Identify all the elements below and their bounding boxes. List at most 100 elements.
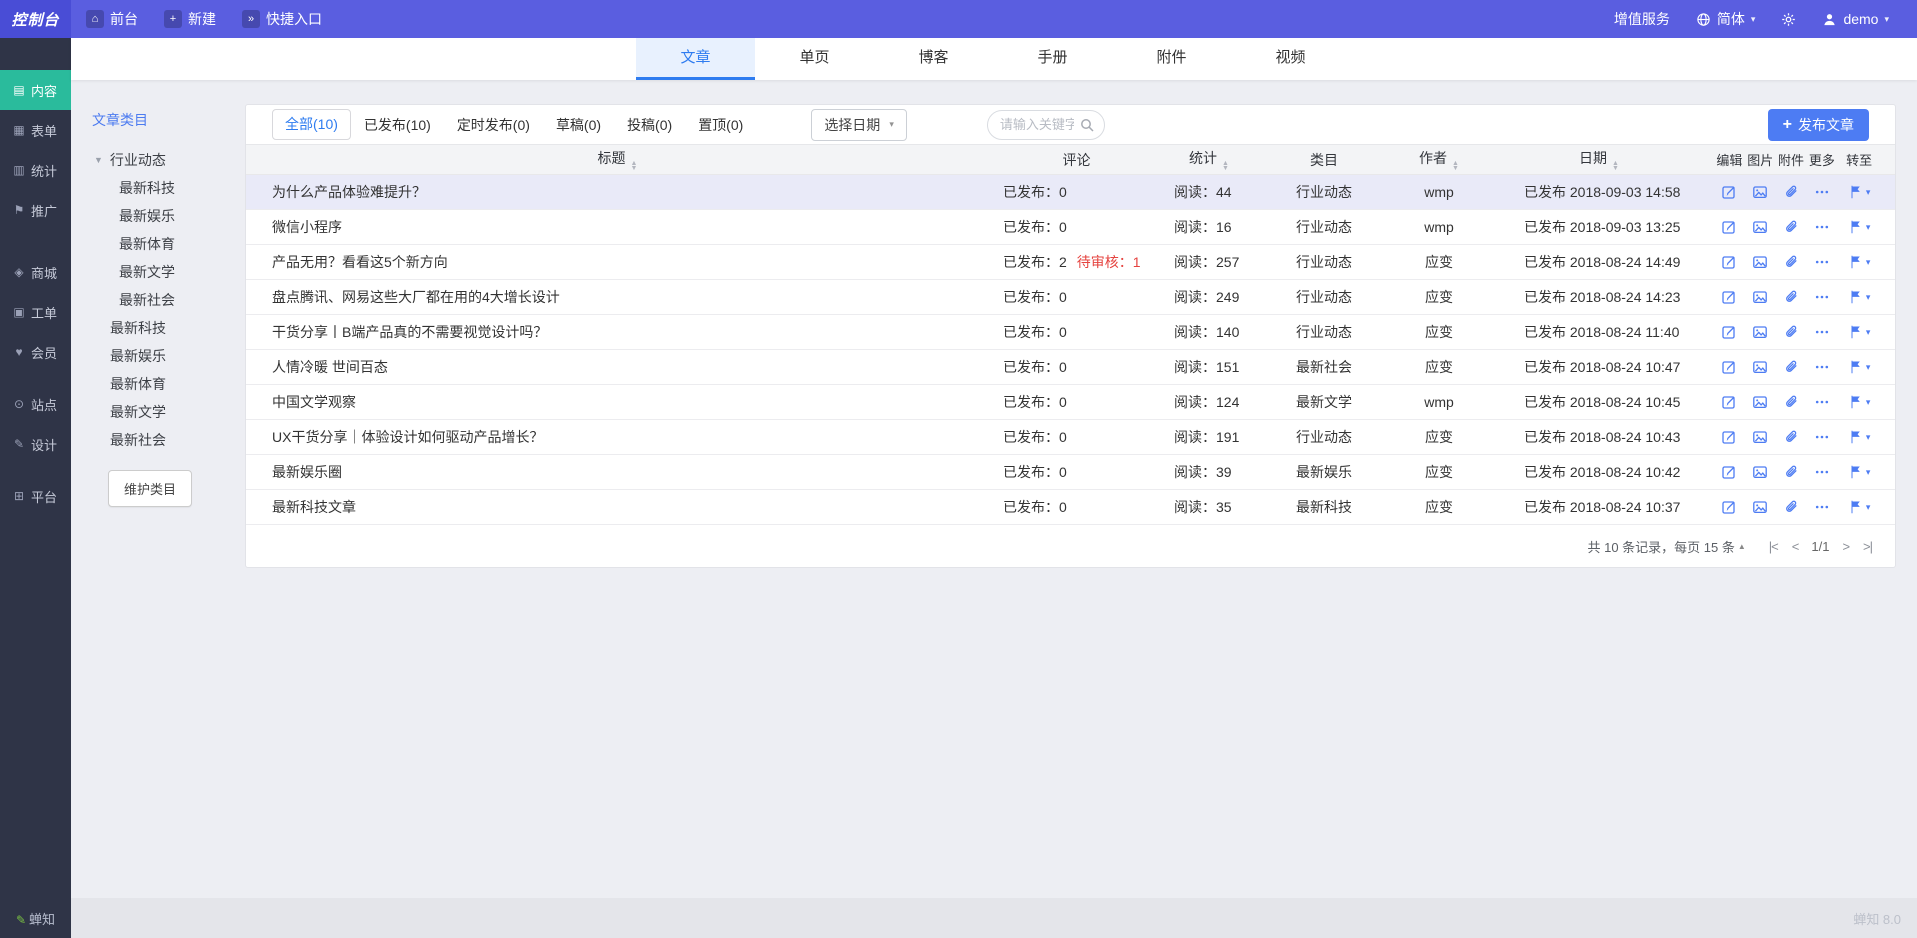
sidebar-item-design[interactable]: ✎设计: [0, 424, 71, 464]
article-title-link[interactable]: 最新科技文章: [246, 497, 989, 517]
more-icon[interactable]: [1806, 464, 1837, 480]
more-icon[interactable]: [1806, 499, 1837, 515]
sidebar-item-site[interactable]: ⊙站点: [0, 384, 71, 424]
article-title-link[interactable]: 最新娱乐圈: [246, 462, 989, 482]
image-icon[interactable]: [1745, 289, 1776, 305]
filter-tab-draft[interactable]: 草稿(0): [543, 106, 614, 144]
image-icon[interactable]: [1745, 394, 1776, 410]
goto-icon[interactable]: ▾: [1837, 499, 1881, 515]
more-icon[interactable]: [1806, 359, 1837, 375]
tree-node[interactable]: 最新科技: [119, 174, 257, 202]
goto-icon[interactable]: ▾: [1837, 464, 1881, 480]
goto-icon[interactable]: ▾: [1837, 394, 1881, 410]
edit-icon[interactable]: [1714, 254, 1745, 270]
attach-icon[interactable]: [1776, 464, 1807, 480]
first-page-button[interactable]: |<: [1762, 539, 1785, 554]
tree-node[interactable]: 最新体育: [110, 370, 257, 398]
attach-icon[interactable]: [1776, 289, 1807, 305]
sidebar-item-member[interactable]: ♥会员: [0, 332, 71, 372]
sidebar-item-content[interactable]: ▤内容: [0, 70, 71, 110]
tree-node[interactable]: 最新社会: [119, 286, 257, 314]
sidebar-item-shop[interactable]: ◈商城: [0, 252, 71, 292]
goto-icon[interactable]: ▾: [1837, 219, 1881, 235]
topmenu-item-shortcut[interactable]: »快捷入口: [229, 0, 335, 38]
attach-icon[interactable]: [1776, 184, 1807, 200]
article-title-link[interactable]: UX干货分享｜体验设计如何驱动产品增长？: [246, 427, 989, 447]
publish-article-button[interactable]: + 发布文章: [1768, 109, 1869, 141]
page-size-caret-icon[interactable]: ▲: [1738, 542, 1746, 551]
edit-icon[interactable]: [1714, 359, 1745, 375]
attach-icon[interactable]: [1776, 359, 1807, 375]
goto-icon[interactable]: ▾: [1837, 359, 1881, 375]
attach-icon[interactable]: [1776, 324, 1807, 340]
image-icon[interactable]: [1745, 184, 1776, 200]
attach-icon[interactable]: [1776, 219, 1807, 235]
edit-icon[interactable]: [1714, 499, 1745, 515]
maintain-category-button[interactable]: 维护类目: [108, 470, 192, 507]
sidebar-item-ticket[interactable]: ▣工单: [0, 292, 71, 332]
image-icon[interactable]: [1745, 324, 1776, 340]
edit-icon[interactable]: [1714, 464, 1745, 480]
more-icon[interactable]: [1806, 289, 1837, 305]
last-page-button[interactable]: >|: [1856, 539, 1879, 554]
tree-node[interactable]: 最新娱乐: [110, 342, 257, 370]
category-panel-title[interactable]: 文章类目: [92, 110, 257, 130]
image-icon[interactable]: [1745, 359, 1776, 375]
attach-icon[interactable]: [1776, 254, 1807, 270]
edit-icon[interactable]: [1714, 429, 1745, 445]
tab-attachment[interactable]: 附件: [1112, 38, 1231, 80]
col-header-stats[interactable]: 统计▲▼: [1164, 148, 1254, 171]
sidebar-item-promotion[interactable]: ⚑推广: [0, 190, 71, 230]
filter-tab-contributed[interactable]: 投稿(0): [614, 106, 685, 144]
more-icon[interactable]: [1806, 184, 1837, 200]
attach-icon[interactable]: [1776, 429, 1807, 445]
language-switcher[interactable]: 简体 ▾: [1696, 9, 1756, 29]
image-icon[interactable]: [1745, 219, 1776, 235]
edit-icon[interactable]: [1714, 219, 1745, 235]
tab-article[interactable]: 文章: [636, 38, 755, 80]
console-logo[interactable]: 控制台: [0, 0, 71, 38]
sidebar-item-stats[interactable]: ▥统计: [0, 150, 71, 190]
filter-tab-scheduled[interactable]: 定时发布(0): [444, 106, 543, 144]
tree-node-industry[interactable]: ▼ 行业动态: [92, 146, 257, 174]
image-icon[interactable]: [1745, 499, 1776, 515]
col-header-date[interactable]: 日期▲▼: [1484, 148, 1714, 171]
goto-icon[interactable]: ▾: [1837, 429, 1881, 445]
tree-node[interactable]: 最新娱乐: [119, 202, 257, 230]
filter-tab-sticky[interactable]: 置顶(0): [685, 106, 756, 144]
goto-icon[interactable]: ▾: [1837, 254, 1881, 270]
next-page-button[interactable]: >: [1835, 539, 1856, 554]
attach-icon[interactable]: [1776, 394, 1807, 410]
user-menu[interactable]: demo ▾: [1822, 11, 1889, 27]
image-icon[interactable]: [1745, 429, 1776, 445]
col-header-author[interactable]: 作者▲▼: [1394, 148, 1484, 171]
tree-node[interactable]: 最新社会: [110, 426, 257, 454]
image-icon[interactable]: [1745, 254, 1776, 270]
edit-icon[interactable]: [1714, 184, 1745, 200]
tab-blog[interactable]: 博客: [874, 38, 993, 80]
sidebar-item-platform[interactable]: ⊞平台: [0, 476, 71, 516]
article-title-link[interactable]: 人情冷暖 世间百态: [246, 357, 989, 377]
more-icon[interactable]: [1806, 394, 1837, 410]
tree-node[interactable]: 最新科技: [110, 314, 257, 342]
image-icon[interactable]: [1745, 464, 1776, 480]
tab-manual[interactable]: 手册: [993, 38, 1112, 80]
article-title-link[interactable]: 为什么产品体验难提升？: [246, 182, 989, 202]
tab-page[interactable]: 单页: [755, 38, 874, 80]
article-title-link[interactable]: 干货分享丨B端产品真的不需要视觉设计吗？: [246, 322, 989, 342]
settings-gear-icon[interactable]: [1781, 12, 1796, 27]
more-icon[interactable]: [1806, 219, 1837, 235]
more-icon[interactable]: [1806, 429, 1837, 445]
date-filter-dropdown[interactable]: 选择日期 ▾: [811, 109, 907, 141]
article-title-link[interactable]: 产品无用？看看这5个新方向: [246, 252, 989, 272]
sidebar-item-form[interactable]: ▦表单: [0, 110, 71, 150]
prev-page-button[interactable]: <: [1785, 539, 1806, 554]
attach-icon[interactable]: [1776, 499, 1807, 515]
edit-icon[interactable]: [1714, 394, 1745, 410]
article-title-link[interactable]: 微信小程序: [246, 217, 989, 237]
more-icon[interactable]: [1806, 254, 1837, 270]
tree-node[interactable]: 最新文学: [110, 398, 257, 426]
topmenu-item-create[interactable]: +新建: [151, 0, 229, 38]
col-header-title[interactable]: 标题▲▼: [246, 148, 989, 171]
goto-icon[interactable]: ▾: [1837, 289, 1881, 305]
